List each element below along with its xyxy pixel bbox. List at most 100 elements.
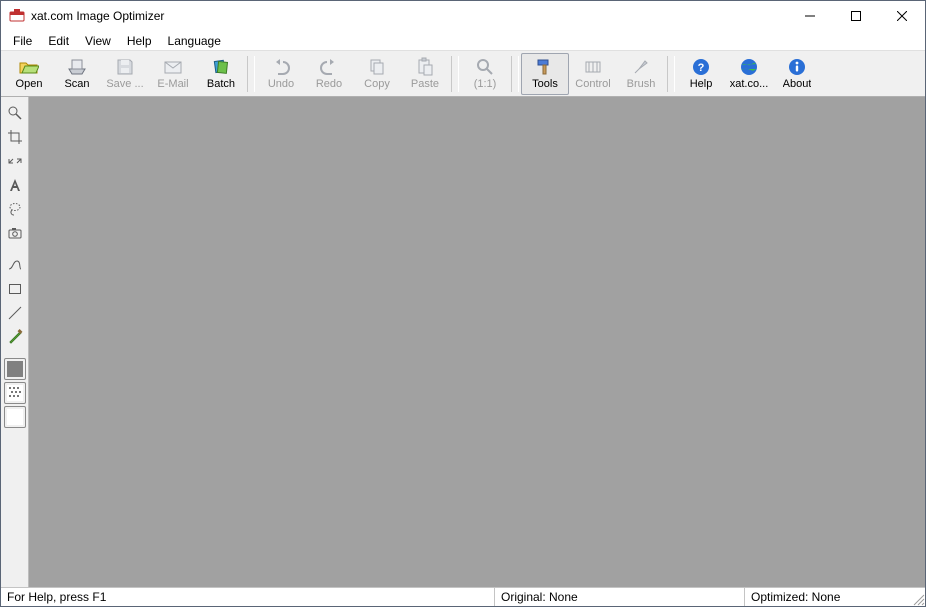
svg-text:?: ?: [698, 62, 705, 74]
undo-button: Undo: [257, 53, 305, 95]
pattern-icon: [7, 385, 23, 401]
magnifier-icon: [475, 57, 495, 77]
tool-resize[interactable]: [4, 150, 26, 172]
paintbrush-icon: [7, 329, 23, 345]
undo-label: Undo: [268, 78, 294, 90]
menu-view[interactable]: View: [77, 32, 119, 50]
main-toolbar: Open Scan Save ... E-Mail: [1, 51, 925, 97]
menu-help[interactable]: Help: [119, 32, 160, 50]
copy-button: Copy: [353, 53, 401, 95]
curve-icon: [7, 257, 23, 273]
undo-icon: [271, 57, 291, 77]
scan-label: Scan: [64, 78, 89, 90]
redo-button: Redo: [305, 53, 353, 95]
copy-icon: [367, 57, 387, 77]
status-optimized: Optimized: None: [745, 588, 925, 606]
tool-paint[interactable]: [4, 326, 26, 348]
menubar: File Edit View Help Language: [1, 31, 925, 51]
redo-label: Redo: [316, 78, 342, 90]
email-label: E-Mail: [157, 78, 188, 90]
crop-icon: [7, 129, 23, 145]
tools-label: Tools: [532, 78, 558, 90]
tools-button[interactable]: Tools: [521, 53, 569, 95]
close-icon: [897, 11, 907, 21]
tool-line[interactable]: [4, 302, 26, 324]
help-label: Help: [690, 78, 713, 90]
foreground-color-swatch[interactable]: [4, 358, 26, 380]
control-button: Control: [569, 53, 617, 95]
batch-icon: [211, 57, 231, 77]
about-label: About: [783, 78, 812, 90]
camera-icon: [7, 225, 23, 241]
redo-icon: [319, 57, 339, 77]
app-icon: [9, 8, 25, 24]
paste-label: Paste: [411, 78, 439, 90]
sliders-icon: [583, 57, 603, 77]
minimize-button[interactable]: [787, 1, 833, 31]
xatcom-label: xat.co...: [730, 78, 769, 90]
paste-button: Paste: [401, 53, 449, 95]
tool-crop[interactable]: [4, 126, 26, 148]
status-help: For Help, press F1: [1, 588, 495, 606]
status-original: Original: None: [495, 588, 745, 606]
help-circle-icon: ?: [691, 57, 711, 77]
background-color-swatch[interactable]: [4, 406, 26, 428]
rectangle-icon: [7, 281, 23, 297]
tool-camera[interactable]: [4, 222, 26, 244]
maximize-button[interactable]: [833, 1, 879, 31]
zoom-1-1-label: (1:1): [474, 78, 497, 90]
menu-language[interactable]: Language: [160, 32, 229, 50]
open-label: Open: [16, 78, 43, 90]
hammer-icon: [535, 57, 555, 77]
scanner-icon: [67, 57, 87, 77]
text-icon: [7, 177, 23, 193]
line-icon: [7, 305, 23, 321]
resize-grip-icon[interactable]: [911, 592, 925, 606]
batch-label: Batch: [207, 78, 235, 90]
paste-icon: [415, 57, 435, 77]
close-button[interactable]: [879, 1, 925, 31]
status-optimized-text: Optimized: None: [751, 590, 840, 604]
window-title: xat.com Image Optimizer: [31, 9, 164, 23]
xatcom-button[interactable]: xat.co...: [725, 53, 773, 95]
statusbar: For Help, press F1 Original: None Optimi…: [1, 587, 925, 606]
zoom-1-1-button: (1:1): [461, 53, 509, 95]
magnifier-icon: [7, 105, 23, 121]
info-circle-icon: [787, 57, 807, 77]
tool-curve[interactable]: [4, 254, 26, 276]
app-window: xat.com Image Optimizer File Edit View H…: [0, 0, 926, 607]
batch-button[interactable]: Batch: [197, 53, 245, 95]
tool-text[interactable]: [4, 174, 26, 196]
menu-file[interactable]: File: [5, 32, 40, 50]
titlebar: xat.com Image Optimizer: [1, 1, 925, 31]
tool-rect[interactable]: [4, 278, 26, 300]
scan-button[interactable]: Scan: [53, 53, 101, 95]
save-button: Save ...: [101, 53, 149, 95]
swatch-icon: [7, 409, 23, 425]
save-icon: [115, 57, 135, 77]
brush-label: Brush: [627, 78, 656, 90]
lasso-icon: [7, 201, 23, 217]
resize-icon: [7, 153, 23, 169]
brush-icon: [631, 57, 651, 77]
email-icon: [163, 57, 183, 77]
open-folder-icon: [19, 57, 39, 77]
help-button[interactable]: ? Help: [677, 53, 725, 95]
brush-button: Brush: [617, 53, 665, 95]
control-label: Control: [575, 78, 610, 90]
pattern-swatch[interactable]: [4, 382, 26, 404]
side-toolbar: [1, 97, 29, 587]
globe-icon: [739, 57, 759, 77]
swatch-icon: [7, 361, 23, 377]
menu-edit[interactable]: Edit: [40, 32, 77, 50]
minimize-icon: [805, 11, 815, 21]
save-label: Save ...: [106, 78, 143, 90]
copy-label: Copy: [364, 78, 390, 90]
tool-zoom[interactable]: [4, 102, 26, 124]
canvas-area[interactable]: [29, 97, 925, 587]
maximize-icon: [851, 11, 861, 21]
open-button[interactable]: Open: [5, 53, 53, 95]
about-button[interactable]: About: [773, 53, 821, 95]
email-button: E-Mail: [149, 53, 197, 95]
tool-lasso[interactable]: [4, 198, 26, 220]
